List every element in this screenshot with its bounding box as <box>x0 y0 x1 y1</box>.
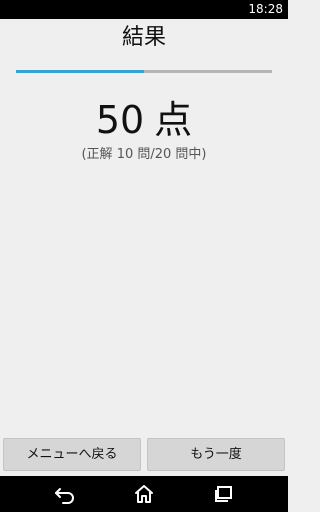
progress-bar <box>16 70 272 73</box>
score: 50 点 <box>0 98 288 142</box>
recent-apps-icon[interactable] <box>213 484 235 504</box>
retry-button[interactable]: もう一度 <box>147 438 285 471</box>
score-value: 50 <box>95 98 145 142</box>
back-icon[interactable] <box>54 484 76 504</box>
progress-fill <box>16 70 144 73</box>
navigation-bar <box>0 476 288 512</box>
score-detail: (正解 10 問/20 問中) <box>81 147 207 162</box>
status-bar: 18:28 <box>0 0 288 19</box>
score-unit: 点 <box>154 98 193 142</box>
back-to-menu-button[interactable]: メニューへ戻る <box>3 438 141 471</box>
page-title: 結果 <box>121 25 166 50</box>
status-time: 18:28 <box>248 2 283 16</box>
home-icon[interactable] <box>133 484 155 504</box>
